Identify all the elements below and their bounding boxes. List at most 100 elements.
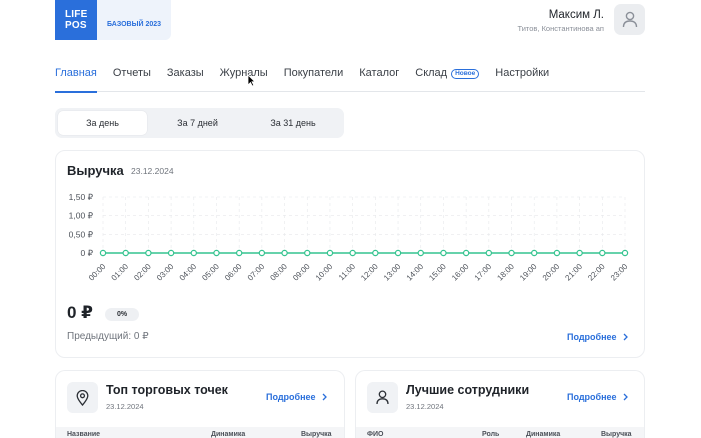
user-name[interactable]: Максим Л. (549, 9, 604, 21)
best-employees-more-link[interactable]: Подробнее (567, 392, 628, 402)
revenue-date: 23.12.2024 (131, 166, 174, 176)
plan-label: БАЗОВЫЙ 2023 (107, 21, 162, 28)
revenue-title: Выручка (67, 163, 124, 178)
best-employees-more-label: Подробнее (567, 392, 617, 402)
map-pin-icon (76, 389, 89, 406)
x-tick-label: 10:00 (314, 262, 335, 283)
best-employees-date: 23.12.2024 (406, 402, 444, 411)
revenue-data-point (599, 249, 606, 257)
x-tick-label: 09:00 (291, 262, 312, 283)
period-31-days-button[interactable]: За 31 день (245, 111, 341, 135)
revenue-data-point (326, 249, 334, 257)
revenue-data-point (258, 249, 266, 257)
period-selector: За день За 7 дней За 31 день (55, 108, 344, 138)
nav-home[interactable]: Главная (55, 66, 97, 93)
x-tick-label: 21:00 (563, 262, 584, 283)
revenue-data-point (213, 249, 220, 257)
revenue-data-point (99, 249, 107, 257)
user-icon (376, 390, 389, 405)
nav-settings[interactable]: Настройки (495, 66, 549, 92)
x-tick-label: 08:00 (268, 262, 289, 283)
x-tick-label: 04:00 (178, 262, 199, 283)
column-dynamics[interactable]: Динамика (526, 431, 560, 438)
revenue-more-label: Подробнее (567, 332, 617, 342)
column-revenue[interactable]: Выручка (601, 431, 632, 438)
nav-orders-label: Заказы (166, 67, 204, 79)
revenue-change-badge: 0% (105, 308, 139, 321)
revenue-data-point (621, 249, 629, 257)
top-points-more-label: Подробнее (266, 392, 316, 402)
x-tick-label: 15:00 (427, 262, 448, 283)
x-tick-label: 05:00 (200, 262, 221, 283)
column-role[interactable]: Роль (482, 431, 499, 438)
column-dynamics[interactable]: Динамика (211, 431, 245, 438)
avatar[interactable] (614, 4, 645, 35)
best-employees-title: Лучшие сотрудники (406, 383, 530, 397)
best-employees-table-header: ФИО Роль Динамика Выручка (356, 427, 644, 438)
x-tick-label: 06:00 (223, 262, 244, 283)
revenue-data-point (235, 249, 243, 257)
nav-warehouse[interactable]: Склад Новое (415, 66, 480, 92)
revenue-data-point (417, 249, 424, 257)
revenue-data-point (304, 249, 311, 257)
revenue-previous: Предыдущий: 0 ₽ (67, 331, 149, 342)
revenue-data-point (508, 249, 515, 257)
nav-home-label: Главная (55, 67, 97, 79)
x-tick-label: 23:00 (609, 262, 630, 283)
top-points-date: 23.12.2024 (106, 402, 144, 411)
chevron-right-icon (623, 333, 628, 341)
mouse-pointer-icon (247, 74, 256, 87)
revenue-more-link[interactable]: Подробнее (567, 332, 628, 342)
period-day-button[interactable]: За день (58, 111, 147, 135)
x-tick-label: 19:00 (518, 262, 539, 283)
column-revenue[interactable]: Выручка (301, 431, 332, 438)
revenue-data-point (281, 249, 288, 257)
revenue-data-point (349, 249, 356, 257)
user-organization: Титов, Константинова ап (517, 24, 604, 33)
revenue-data-point (485, 249, 493, 257)
x-tick-label: 14:00 (405, 262, 426, 283)
revenue-data-point (576, 249, 583, 257)
user-avatar-icon (622, 11, 637, 28)
y-tick-label: 0,50 ₽ (69, 229, 94, 239)
logo-line-1: LIFE (65, 9, 88, 20)
x-tick-label: 18:00 (495, 262, 516, 283)
x-tick-label: 07:00 (246, 262, 267, 283)
x-tick-label: 16:00 (450, 262, 471, 283)
revenue-data-point (372, 249, 379, 257)
x-tick-label: 11:00 (337, 262, 357, 282)
nav-journals[interactable]: Журналы (220, 66, 268, 92)
x-tick-label: 22:00 (586, 262, 607, 283)
nav-orders[interactable]: Заказы (167, 66, 204, 92)
revenue-data-point (145, 249, 152, 257)
chevron-right-icon (623, 393, 628, 401)
period-7-days-button[interactable]: За 7 дней (150, 111, 245, 135)
revenue-data-point (167, 249, 175, 257)
column-name[interactable]: Название (67, 431, 100, 438)
nav-settings-label: Настройки (495, 67, 550, 79)
nav-reports[interactable]: Отчеты (113, 66, 151, 92)
main-nav: Главная Отчеты Заказы Журналы Покупатели… (55, 66, 645, 93)
y-tick-label: 1,00 ₽ (69, 211, 94, 221)
top-points-title: Топ торговых точек (106, 383, 228, 397)
nav-catalog-label: Каталог (359, 67, 400, 79)
y-tick-label: 0 ₽ (81, 248, 94, 258)
nav-customers[interactable]: Покупатели (284, 66, 344, 92)
nav-catalog[interactable]: Каталог (359, 66, 399, 92)
chevron-right-icon (322, 393, 327, 401)
revenue-data-point (190, 249, 197, 257)
nav-warehouse-label: Склад (415, 67, 448, 79)
column-full-name[interactable]: ФИО (367, 431, 383, 438)
logo-line-2: POS (65, 20, 87, 31)
revenue-value: 0 ₽ (67, 303, 94, 322)
new-badge: Новое (451, 69, 480, 79)
revenue-data-point (122, 249, 129, 257)
x-tick-label: 13:00 (382, 262, 403, 283)
map-pin-icon-box (67, 382, 98, 413)
y-tick-label: 1,50 ₽ (69, 192, 94, 202)
x-tick-label: 17:00 (473, 262, 494, 283)
revenue-chart: 0 ₽ 0,50 ₽ 1,00 ₽ 1,50 ₽ 00:00 01:00 02:00 03:0… (69, 192, 630, 283)
lifepos-logo[interactable]: LIFE POS (55, 0, 97, 40)
nav-reports-label: Отчеты (112, 67, 151, 79)
top-points-more-link[interactable]: Подробнее (266, 392, 327, 402)
